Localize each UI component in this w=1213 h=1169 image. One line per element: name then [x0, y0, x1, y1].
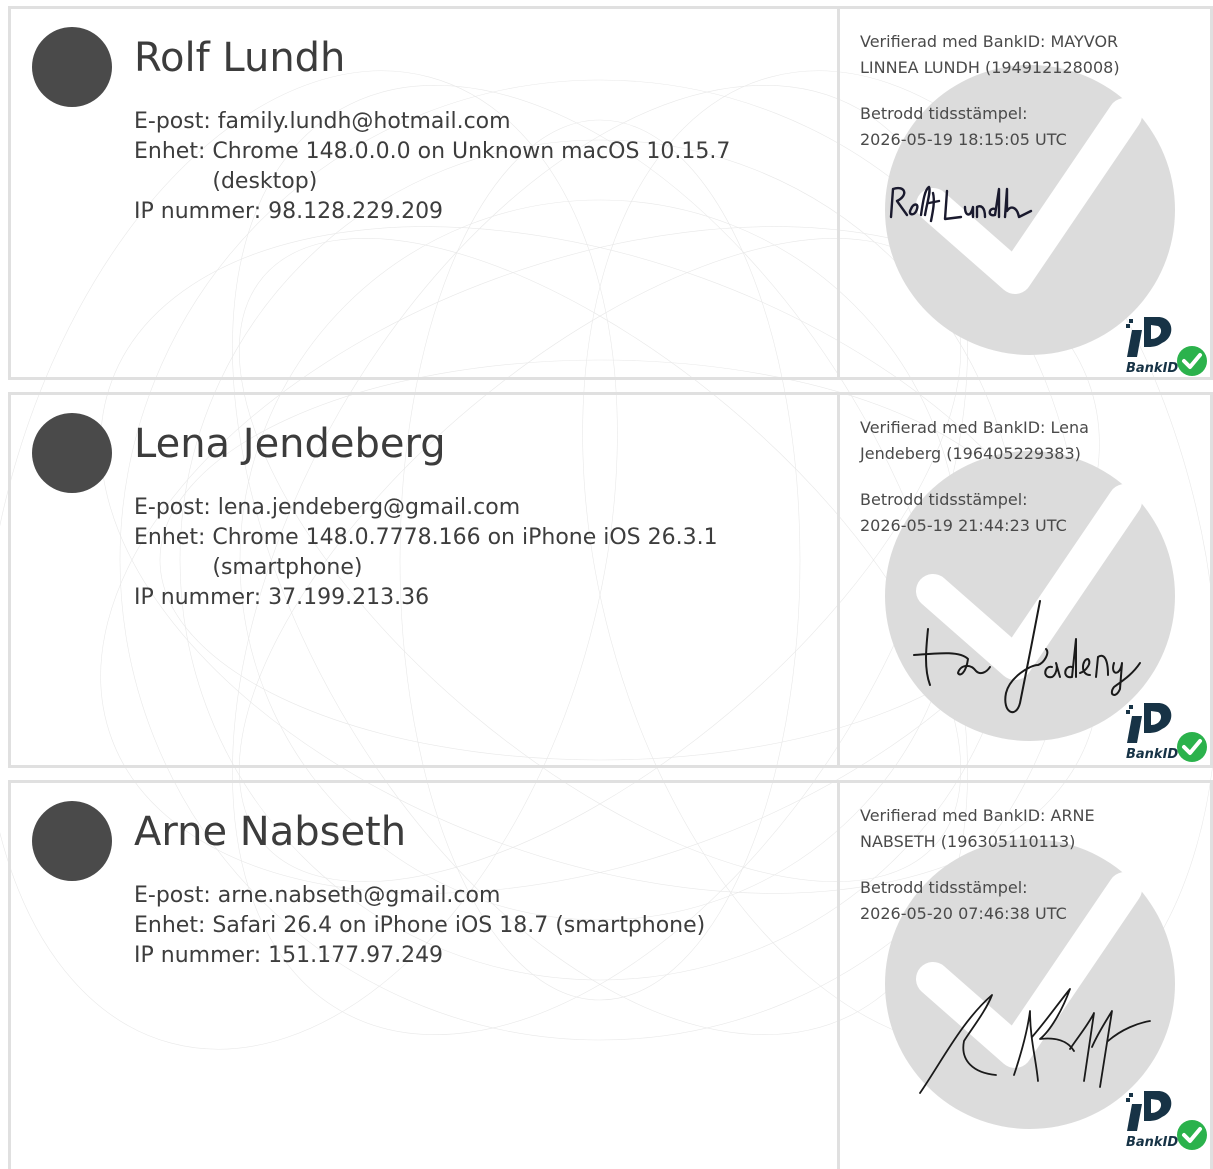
verification-text: Verifierad med BankID: MAYVOR LINNEA LUN…	[860, 29, 1160, 153]
signer-name: Rolf Lundh	[134, 35, 346, 81]
bankid-logo-icon: BankID	[1126, 703, 1207, 762]
timestamp-value: 2026-05-19 21:44:23 UTC	[860, 516, 1067, 535]
timestamp-value: 2026-05-19 18:15:05 UTC	[860, 130, 1067, 149]
ip-value: 98.128.229.209	[268, 199, 444, 224]
device-label: Enhet:	[134, 525, 206, 550]
email-value: family.lundh@hotmail.com	[217, 109, 511, 134]
bankid-wordmark: BankID	[1126, 747, 1178, 762]
avatar	[32, 27, 112, 107]
bankid-wordmark: BankID	[1126, 361, 1178, 376]
verified-by: Verifierad med BankID: ARNE NABSETH (196…	[860, 806, 1095, 851]
signer-name: Arne Nabseth	[134, 809, 407, 855]
device-label: Enhet:	[134, 913, 206, 938]
signer-name: Lena Jendeberg	[134, 421, 446, 467]
email-label: E-post:	[134, 883, 211, 908]
verified-by: Verifierad med BankID: MAYVOR LINNEA LUN…	[860, 32, 1120, 77]
signer-info: E-post: lena.jendeberg@gmail.com Enhet: Ch…	[134, 493, 814, 613]
ip-value: 151.177.97.249	[268, 943, 444, 968]
signer-details: Rolf Lundh E-post: family.lundh@hotmail.c…	[11, 9, 840, 377]
verification-panel: Verifierad med BankID: MAYVOR LINNEA LUN…	[840, 9, 1210, 377]
timestamp-label: Betrodd tidsstämpel:	[860, 878, 1028, 897]
bankid-logo-icon: BankID	[1126, 317, 1207, 376]
verification-text: Verifierad med BankID: ARNE NABSETH (196…	[860, 803, 1160, 927]
timestamp-label: Betrodd tidsstämpel:	[860, 104, 1028, 123]
email-label: E-post:	[134, 109, 211, 134]
signer-info: E-post: family.lundh@hotmail.com Enhet: Ch…	[134, 107, 814, 227]
device-value: Chrome 148.0.0.0 on Unknown macOS 10.15.…	[212, 139, 731, 194]
email-label: E-post:	[134, 495, 211, 520]
ip-label: IP nummer:	[134, 943, 262, 968]
handwritten-signature	[889, 185, 1033, 223]
device-value: Safari 26.4 on iPhone iOS 18.7 (smartpho…	[212, 913, 706, 938]
device-label: Enhet:	[134, 139, 206, 164]
signer-info: E-post: arne.nabseth@gmail.com Enhet: Safa…	[134, 881, 814, 971]
verified-by: Verifierad med BankID: Lena Jendeberg (1…	[860, 418, 1089, 463]
timestamp-value: 2026-05-20 07:46:38 UTC	[860, 904, 1067, 923]
device-value: Chrome 148.0.7778.166 on iPhone iOS 26.3…	[212, 525, 718, 580]
verification-panel: Verifierad med BankID: Lena Jendeberg (1…	[840, 395, 1210, 765]
bankid-wordmark: BankID	[1126, 1135, 1178, 1150]
bankid-logo-icon: BankID	[1126, 1091, 1207, 1150]
avatar	[32, 801, 112, 881]
verification-panel: Verifierad med BankID: ARNE NABSETH (196…	[840, 783, 1210, 1169]
signer-card: Lena Jendeberg E-post: lena.jendeberg@gma…	[8, 392, 1213, 768]
signer-card: Arne Nabseth E-post: arne.nabseth@gmail.c…	[8, 780, 1213, 1169]
signer-card: Rolf Lundh E-post: family.lundh@hotmail.c…	[8, 6, 1213, 380]
signer-details: Arne Nabseth E-post: arne.nabseth@gmail.c…	[11, 783, 840, 1169]
ip-label: IP nummer:	[134, 585, 262, 610]
verification-text: Verifierad med BankID: Lena Jendeberg (1…	[860, 415, 1160, 539]
signer-details: Lena Jendeberg E-post: lena.jendeberg@gma…	[11, 395, 840, 765]
email-value: arne.nabseth@gmail.com	[217, 883, 501, 908]
email-value: lena.jendeberg@gmail.com	[217, 495, 521, 520]
avatar	[32, 413, 112, 493]
timestamp-label: Betrodd tidsstämpel:	[860, 490, 1028, 509]
ip-label: IP nummer:	[134, 199, 262, 224]
ip-value: 37.199.213.36	[268, 585, 430, 610]
